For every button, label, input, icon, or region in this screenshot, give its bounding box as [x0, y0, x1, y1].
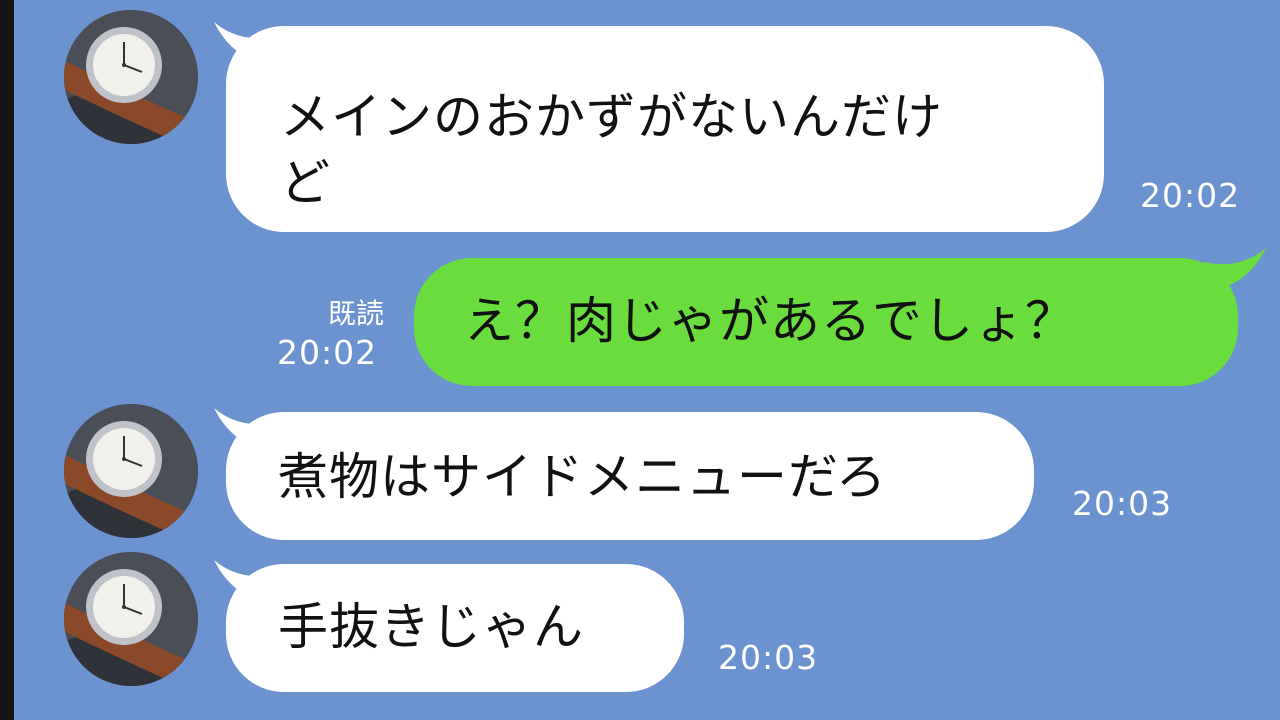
incoming-message-bubble[interactable]: 手抜きじゃん	[226, 564, 684, 692]
message-timestamp: 20:02	[1140, 176, 1241, 215]
contact-avatar[interactable]	[64, 10, 198, 144]
wristwatch-icon	[64, 552, 198, 686]
device-bezel	[0, 0, 14, 720]
message-text: 煮物はサイドメニューだろ	[278, 448, 887, 506]
bubble-tail	[1204, 248, 1266, 292]
wristwatch-icon	[64, 10, 198, 144]
contact-avatar[interactable]	[64, 552, 198, 686]
message-text: 手抜きじゃん	[278, 598, 584, 656]
message-text-line-2: ど	[280, 154, 331, 212]
message-text: え？肉じゃがあるでしょ？	[464, 292, 1076, 350]
message-timestamp: 20:03	[1072, 484, 1173, 523]
incoming-message-bubble[interactable]: メインのおかずがないんだけ ど	[226, 26, 1104, 232]
read-receipt: 既読	[327, 297, 384, 330]
contact-avatar[interactable]	[64, 404, 198, 538]
outgoing-message-bubble[interactable]: え？肉じゃがあるでしょ？	[414, 258, 1238, 386]
wristwatch-icon	[64, 404, 198, 538]
incoming-message-bubble[interactable]: 煮物はサイドメニューだろ	[226, 412, 1034, 540]
message-timestamp: 20:03	[718, 638, 819, 677]
message-text-line-1: メインのおかずがないんだけ	[280, 88, 943, 146]
message-timestamp: 20:02	[277, 333, 378, 372]
